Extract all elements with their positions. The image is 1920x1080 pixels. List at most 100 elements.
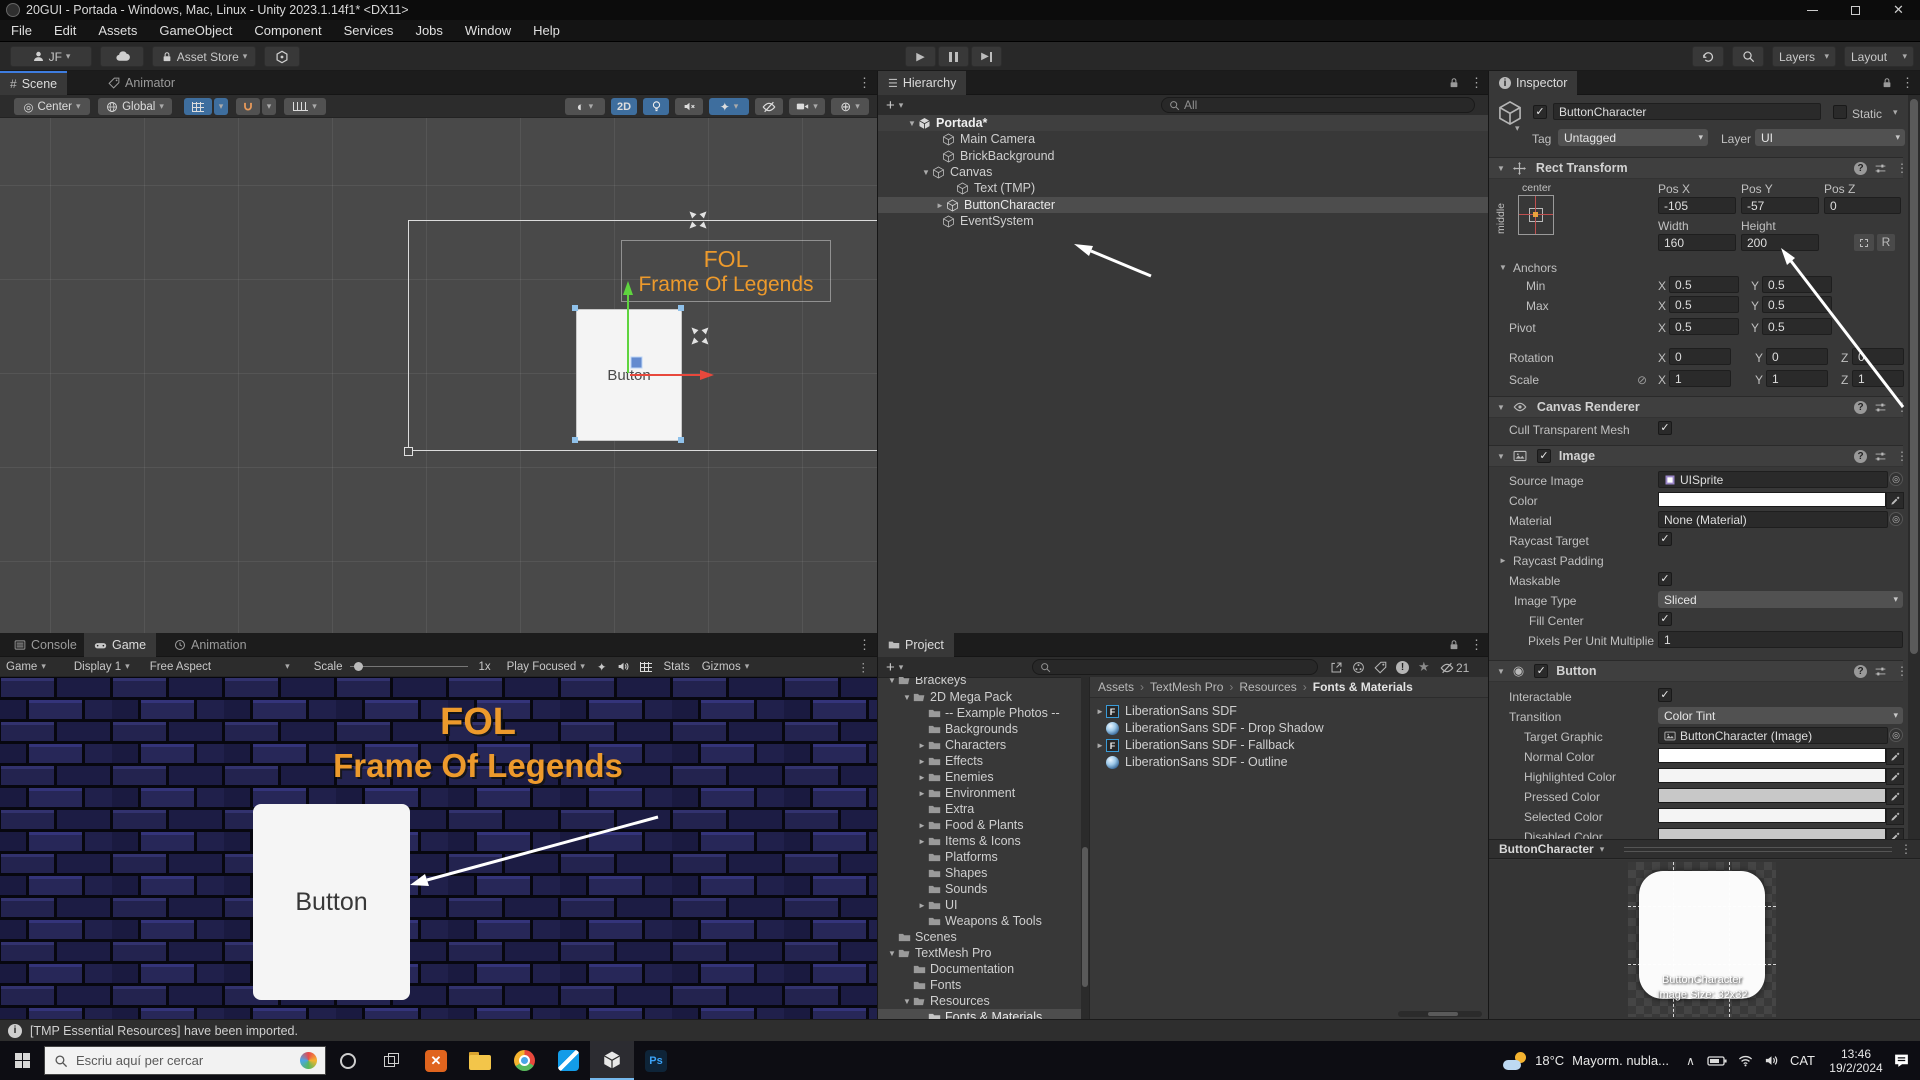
move-gizmo[interactable] xyxy=(0,118,878,633)
layout-dropdown[interactable]: Layout▾ xyxy=(1844,46,1914,67)
project-tree-row[interactable]: ▼2D Mega Pack xyxy=(878,689,1081,705)
hierarchy-row[interactable]: Main Camera xyxy=(878,131,1488,147)
add-dropdown[interactable]: ▾ xyxy=(899,662,904,673)
posx-field[interactable]: -105 xyxy=(1658,197,1736,214)
package-icon[interactable] xyxy=(1352,661,1365,674)
scene-viewport[interactable]: FOL Frame Of Legends Button xyxy=(0,118,878,633)
menu-assets[interactable]: Assets xyxy=(87,23,148,38)
breadcrumb-tmp[interactable]: TextMesh Pro xyxy=(1150,680,1223,694)
project-tree-row[interactable]: ▼Resources xyxy=(878,993,1081,1009)
cull-checkbox[interactable]: ✓ xyxy=(1658,421,1672,435)
taskbar-chrome[interactable] xyxy=(502,1041,546,1080)
static-dropdown[interactable]: ▾ xyxy=(1893,107,1898,118)
asset-row[interactable]: LiberationSans SDF - Drop Shadow xyxy=(1090,720,1489,736)
project-tree-row[interactable]: Sounds xyxy=(878,881,1081,897)
metrics-icon[interactable] xyxy=(640,662,652,672)
project-tree-row[interactable]: ▼Brackeys xyxy=(878,677,1081,688)
project-tree-row-selected[interactable]: Fonts & Materials xyxy=(878,1009,1081,1019)
grid-snap-dropdown[interactable]: ▾ xyxy=(214,98,228,115)
add-button[interactable]: + xyxy=(886,659,895,676)
project-tree-row[interactable]: ►Items & Icons xyxy=(878,833,1081,849)
hierarchy-row-scene[interactable]: ▼ Portada* xyxy=(878,115,1488,131)
menu-component[interactable]: Component xyxy=(243,23,332,38)
kebab-icon[interactable]: ⋮ xyxy=(1900,842,1912,856)
raycast-target-checkbox[interactable]: ✓ xyxy=(1658,532,1672,546)
add-button[interactable]: + xyxy=(886,97,895,114)
project-tree-row[interactable]: ►Characters xyxy=(878,737,1081,753)
undo-history-button[interactable] xyxy=(1692,46,1724,67)
cloud-button[interactable] xyxy=(100,46,144,67)
blueprint-mode-button[interactable] xyxy=(1854,234,1874,251)
favorite-star-icon[interactable]: ★ xyxy=(1418,659,1430,675)
menu-jobs[interactable]: Jobs xyxy=(404,23,453,38)
2d-toggle[interactable]: 2D xyxy=(611,98,637,115)
raw-edit-button[interactable]: R xyxy=(1877,234,1895,251)
handle-orientation-dropdown[interactable]: Global▾ xyxy=(98,98,172,115)
image-enabled-checkbox[interactable]: ✓ xyxy=(1537,449,1551,463)
canvas-renderer-header[interactable]: ▼ Canvas Renderer ? ⋮ xyxy=(1489,396,1903,418)
asset-row[interactable]: ►FLiberationSans SDF - Fallback xyxy=(1090,737,1489,753)
normal-color-swatch[interactable] xyxy=(1658,748,1886,763)
project-tree-row[interactable]: Backgrounds xyxy=(878,721,1081,737)
hierarchy-row[interactable]: BrickBackground xyxy=(878,148,1488,164)
fill-center-checkbox[interactable]: ✓ xyxy=(1658,612,1672,626)
help-icon[interactable]: ? xyxy=(1854,401,1867,414)
snap-dropdown[interactable]: ▾ xyxy=(262,98,276,115)
width-field[interactable]: 160 xyxy=(1658,234,1736,251)
project-tree-row[interactable]: ▼TextMesh Pro xyxy=(878,945,1081,961)
lock-icon[interactable] xyxy=(1881,77,1893,89)
ppu-field[interactable]: 1 xyxy=(1658,631,1903,648)
object-picker-icon[interactable]: ◎ xyxy=(1889,512,1903,526)
label-icon[interactable] xyxy=(1374,661,1387,674)
color-swatch[interactable] xyxy=(1658,492,1886,507)
tab-console[interactable]: Console xyxy=(4,633,87,657)
project-tree-row[interactable]: ►UI xyxy=(878,897,1081,913)
snap-toggle[interactable] xyxy=(236,98,260,115)
drag-handle[interactable] xyxy=(1624,847,1892,852)
scale-slider[interactable] xyxy=(350,666,468,667)
aspect-dropdown[interactable]: Free Aspect▾ xyxy=(150,661,300,673)
anchor-max-x[interactable]: 0.5 xyxy=(1669,296,1739,313)
posz-field[interactable]: 0 xyxy=(1824,197,1901,214)
rotation-x[interactable]: 0 xyxy=(1669,348,1731,365)
taskbar-file-explorer[interactable] xyxy=(458,1041,502,1080)
asset-row[interactable]: ►FLiberationSans SDF xyxy=(1090,703,1489,719)
status-message[interactable]: [TMP Essential Resources] have been impo… xyxy=(30,1024,298,1038)
breadcrumb-assets[interactable]: Assets xyxy=(1098,680,1134,694)
highlighted-color-swatch[interactable] xyxy=(1658,768,1886,783)
rotation-y[interactable]: 0 xyxy=(1766,348,1828,365)
grid-snap-toggle[interactable] xyxy=(184,98,212,115)
transition-dropdown[interactable]: Color Tint▾ xyxy=(1658,707,1903,724)
button-header[interactable]: ▼ ◉ ✓ Button ? ⋮ xyxy=(1489,660,1903,682)
eyedropper-icon[interactable] xyxy=(1886,748,1904,765)
close-button[interactable]: ✕ xyxy=(1877,0,1920,20)
effects-dropdown[interactable]: ✦▾ xyxy=(709,98,749,115)
anchor-max-y[interactable]: 0.5 xyxy=(1762,296,1832,313)
kebab-icon[interactable]: ⋮ xyxy=(1896,400,1908,414)
add-dropdown[interactable]: ▾ xyxy=(899,100,904,111)
help-icon[interactable]: ? xyxy=(1854,665,1867,678)
tab-game[interactable]: Game xyxy=(84,633,156,657)
menu-edit[interactable]: Edit xyxy=(43,23,87,38)
hierarchy-row[interactable]: EventSystem xyxy=(878,213,1488,229)
minimize-button[interactable] xyxy=(1791,0,1834,20)
play-focused-dropdown[interactable]: Play Focused▾ xyxy=(507,661,585,673)
gizmos-dropdown[interactable]: Gizmos▾ xyxy=(702,661,750,673)
kebab-icon[interactable]: ⋮ xyxy=(1901,75,1915,91)
project-tree-row[interactable]: Weapons & Tools xyxy=(878,913,1081,929)
notifications-icon[interactable] xyxy=(1893,1052,1910,1069)
mute-audio-icon[interactable] xyxy=(617,660,630,673)
raycast-padding-foldout[interactable]: ► xyxy=(1499,556,1507,565)
stats-toggle[interactable]: Stats xyxy=(664,661,690,673)
kebab-icon[interactable]: ⋮ xyxy=(858,660,870,674)
tab-project[interactable]: Project xyxy=(878,633,954,657)
interactable-checkbox[interactable]: ✓ xyxy=(1658,688,1672,702)
scale-y[interactable]: 1 xyxy=(1766,370,1828,387)
lock-icon[interactable] xyxy=(1448,639,1460,651)
kebab-icon[interactable]: ⋮ xyxy=(1896,449,1908,463)
horizontal-scrollbar[interactable] xyxy=(1398,1011,1482,1017)
hierarchy-row-selected[interactable]: ► ButtonCharacter xyxy=(878,197,1488,213)
help-icon[interactable]: ? xyxy=(1854,162,1867,175)
account-button[interactable]: JF▾ xyxy=(10,46,92,67)
global-search-button[interactable] xyxy=(1732,46,1764,67)
